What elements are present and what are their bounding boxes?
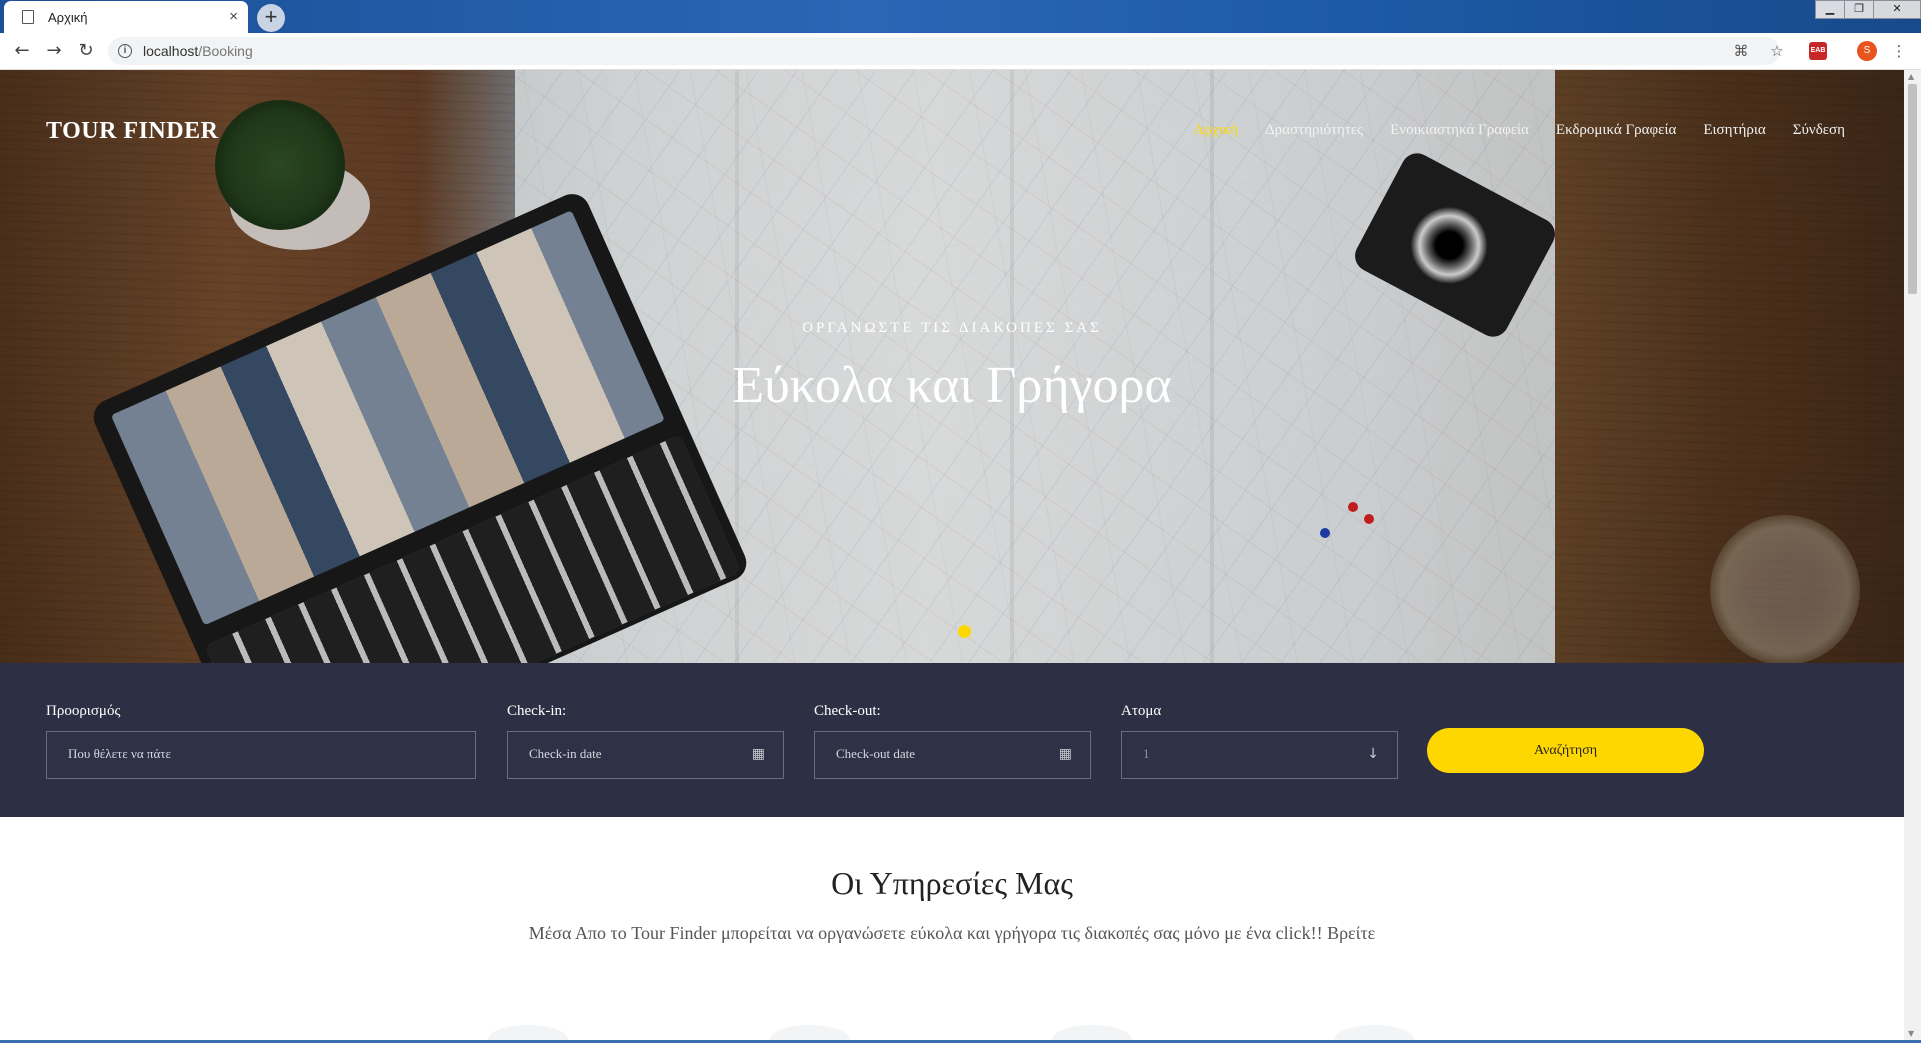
checkout-input[interactable]: Check-out date ▦ — [814, 731, 1091, 779]
url-host: localhost — [143, 43, 199, 59]
forward-icon[interactable]: → — [42, 39, 66, 63]
minimize-button[interactable]: ▁ — [1815, 0, 1845, 19]
translate-icon[interactable]: ⌘ — [1731, 41, 1751, 61]
hero-section: TOUR FINDER Αρχική Δραστηριότητες Ενοικι… — [0, 70, 1904, 663]
scroll-down-icon[interactable]: ▼ — [1908, 1029, 1914, 1038]
hero-title: Εύκολα και Γρήγορα — [732, 357, 1172, 414]
people-label: Ατομα — [1121, 703, 1162, 719]
close-window-button[interactable]: ✕ — [1873, 0, 1921, 19]
bookmark-star-icon[interactable]: ☆ — [1767, 41, 1787, 61]
arrow-down-icon: ↓ — [1367, 746, 1379, 762]
checkin-label: Check-in: — [507, 703, 567, 719]
page-viewport: TOUR FINDER Αρχική Δραστηριότητες Ενοικι… — [0, 70, 1904, 1040]
reload-icon[interactable]: ↻ — [74, 39, 98, 63]
url-text[interactable]: localhost/Booking — [143, 43, 253, 59]
service-icon-placeholder — [770, 1025, 850, 1040]
booking-form: Προορισμός Που θέλετε να πάτε Check-in: … — [0, 663, 1904, 817]
calendar-icon[interactable]: ▦ — [752, 746, 765, 762]
checkin-input[interactable]: Check-in date ▦ — [507, 731, 784, 779]
destination-input[interactable]: Που θέλετε να πάτε — [46, 731, 476, 779]
destination-placeholder: Που θέλετε να πάτε — [68, 746, 171, 761]
services-title: Οι Υπηρεσίες Μας — [831, 865, 1073, 901]
service-icon-placeholder — [1052, 1025, 1132, 1040]
search-button[interactable]: Αναζήτηση — [1427, 728, 1704, 773]
nav-rental-offices[interactable]: Ενοικιαστηκά Γραφεία — [1390, 122, 1529, 139]
window-controls: ▁ ❐ ✕ — [1815, 0, 1921, 19]
nav-tickets[interactable]: Εισητήρια — [1703, 122, 1765, 139]
browser-toolbar: ← → ↻ i localhost/Booking ⌘ ☆ EAB S ⋮ — [0, 33, 1921, 70]
browser-tab[interactable]: Αρχική × — [4, 1, 248, 33]
back-icon[interactable]: ← — [10, 39, 34, 63]
document-icon — [22, 10, 34, 24]
info-icon[interactable]: i — [118, 44, 132, 58]
services-description: Μέσα Απο το Tour Finder μπορείται να οργ… — [528, 923, 1376, 943]
page-scrollbar[interactable]: ▲ ▼ — [1904, 70, 1921, 1040]
checkout-placeholder: Check-out date — [836, 746, 916, 761]
tab-close-icon[interactable]: × — [229, 8, 238, 25]
nav-login[interactable]: Σύνδεση — [1793, 122, 1845, 139]
checkin-placeholder: Check-in date — [529, 746, 602, 761]
url-path: /Booking — [198, 43, 253, 59]
scrollbar-thumb[interactable] — [1908, 84, 1917, 294]
nav-home[interactable]: Αρχική — [1194, 122, 1238, 139]
carousel-dot[interactable] — [958, 625, 971, 638]
profile-avatar[interactable]: S — [1857, 41, 1877, 61]
service-icon-placeholder — [1334, 1025, 1414, 1040]
scroll-up-icon[interactable]: ▲ — [1908, 72, 1914, 81]
destination-label: Προορισμός — [46, 703, 121, 719]
browser-titlebar: Αρχική × + ▁ ❐ ✕ — [0, 0, 1921, 33]
checkout-label: Check-out: — [814, 703, 881, 719]
address-bar[interactable]: i localhost/Booking — [108, 37, 1780, 65]
main-nav: Αρχική Δραστηριότητες Ενοικιαστηκά Γραφε… — [1167, 122, 1845, 139]
nav-activities[interactable]: Δραστηριότητες — [1265, 122, 1363, 139]
people-select[interactable]: 1 ↓ — [1121, 731, 1398, 779]
hero-subtitle: ΟΡΓΑΝΩΣΤΕ ΤΙΣ ΔΙΑΚΟΠΕΣ ΣΑΣ — [802, 320, 1102, 336]
extension-icon[interactable]: EAB — [1809, 42, 1827, 60]
people-value: 1 — [1143, 746, 1150, 761]
new-tab-button[interactable]: + — [257, 4, 285, 32]
menu-kebab-icon[interactable]: ⋮ — [1889, 41, 1909, 61]
maximize-button[interactable]: ❐ — [1844, 0, 1874, 19]
nav-tour-offices[interactable]: Εκδρομικά Γραφεία — [1556, 122, 1676, 139]
tab-title: Αρχική — [48, 9, 88, 25]
site-logo[interactable]: TOUR FINDER — [46, 118, 218, 145]
calendar-icon[interactable]: ▦ — [1059, 746, 1072, 762]
service-icon-placeholder — [488, 1025, 568, 1040]
